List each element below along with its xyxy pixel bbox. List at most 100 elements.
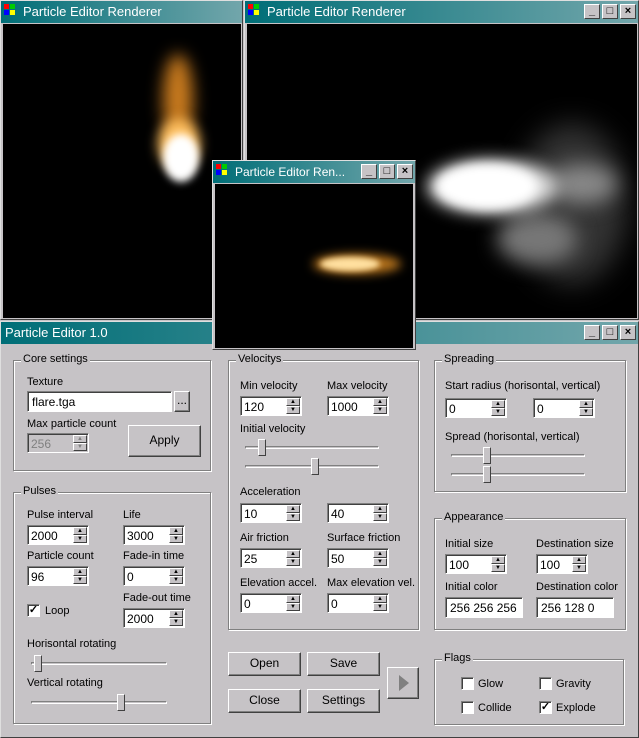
destination-size-stepper[interactable]: 100 ▲ ▼	[536, 554, 588, 574]
initial-velocity-slider-1[interactable]	[245, 438, 379, 458]
renderer-title-bar-2[interactable]: Particle Editor Renderer _ □ ×	[245, 1, 638, 23]
arrow-up-icon[interactable]: ▲	[73, 568, 87, 576]
loop-checkbox[interactable]: ✓	[27, 604, 40, 617]
destination-color-input[interactable]: 256 128 0	[536, 597, 614, 618]
renderer-canvas-1[interactable]	[3, 24, 241, 318]
fade-out-stepper[interactable]: 2000 ▲ ▼	[123, 608, 185, 628]
spin-arrows[interactable]: ▲ ▼	[373, 550, 387, 566]
close-button[interactable]: Close	[228, 689, 301, 713]
initial-size-stepper[interactable]: 100 ▲ ▼	[445, 554, 507, 574]
spin-arrows[interactable]: ▲ ▼	[491, 556, 505, 572]
hrot-slider[interactable]	[31, 654, 167, 674]
spin-arrows[interactable]: ▲ ▼	[286, 550, 300, 566]
minimize-icon[interactable]: _	[584, 4, 600, 19]
minimize-icon[interactable]: _	[361, 164, 377, 179]
collide-checkbox[interactable]	[461, 701, 474, 714]
spin-arrows[interactable]: ▲ ▼	[286, 595, 300, 611]
slider-thumb[interactable]	[311, 458, 319, 475]
arrow-up-icon[interactable]: ▲	[373, 398, 387, 406]
arrow-up-icon[interactable]: ▲	[169, 568, 183, 576]
slider-thumb[interactable]	[483, 447, 491, 464]
renderer-title-bar-3[interactable]: Particle Editor Ren... _ □ ×	[213, 161, 415, 183]
glow-checkbox[interactable]	[461, 677, 474, 690]
arrow-down-icon[interactable]: ▼	[286, 406, 300, 414]
arrow-down-icon[interactable]: ▼	[491, 564, 505, 572]
spin-arrows[interactable]: ▲ ▼	[73, 568, 87, 584]
arrow-up-icon[interactable]: ▲	[491, 400, 505, 408]
explode-checkbox[interactable]: ✓	[539, 701, 552, 714]
vrot-slider[interactable]	[31, 693, 167, 713]
spin-arrows[interactable]: ▲ ▼	[373, 595, 387, 611]
initial-velocity-slider-2[interactable]	[245, 457, 379, 477]
air-friction-stepper[interactable]: 25 ▲ ▼	[240, 548, 302, 568]
open-button[interactable]: Open	[228, 652, 301, 676]
start-radius-v-stepper[interactable]: 0 ▲ ▼	[533, 398, 595, 418]
arrow-up-icon[interactable]: ▲	[286, 505, 300, 513]
arrow-up-icon[interactable]: ▲	[286, 398, 300, 406]
arrow-up-icon[interactable]: ▲	[373, 505, 387, 513]
minimize-icon[interactable]: _	[584, 325, 600, 340]
fade-in-stepper[interactable]: 0 ▲ ▼	[123, 566, 185, 586]
max-elevation-stepper[interactable]: 0 ▲ ▼	[327, 593, 389, 613]
slider-thumb[interactable]	[117, 694, 125, 711]
arrow-down-icon[interactable]: ▼	[373, 558, 387, 566]
spin-arrows[interactable]: ▲ ▼	[169, 527, 183, 543]
arrow-up-icon[interactable]: ▲	[286, 595, 300, 603]
arrow-up-icon[interactable]: ▲	[579, 400, 593, 408]
arrow-down-icon[interactable]: ▼	[572, 564, 586, 572]
spread-slider-1[interactable]	[451, 446, 585, 466]
arrow-down-icon[interactable]: ▼	[73, 443, 87, 451]
initial-color-input[interactable]: 256 256 256	[445, 597, 523, 618]
arrow-up-icon[interactable]: ▲	[373, 550, 387, 558]
close-icon[interactable]: ×	[620, 325, 636, 340]
arrow-up-icon[interactable]: ▲	[572, 556, 586, 564]
arrow-down-icon[interactable]: ▼	[373, 513, 387, 521]
spin-arrows[interactable]: ▲ ▼	[286, 398, 300, 414]
arrow-down-icon[interactable]: ▼	[579, 408, 593, 416]
browse-button[interactable]: ...	[174, 391, 190, 412]
renderer-canvas-3[interactable]	[215, 184, 413, 348]
arrow-down-icon[interactable]: ▼	[373, 603, 387, 611]
arrow-up-icon[interactable]: ▲	[73, 435, 87, 443]
slider-thumb[interactable]	[483, 466, 491, 483]
arrow-up-icon[interactable]: ▲	[286, 550, 300, 558]
spin-arrows[interactable]: ▲ ▼	[373, 398, 387, 414]
elevation-accel-stepper[interactable]: 0 ▲ ▼	[240, 593, 302, 613]
min-velocity-stepper[interactable]: 120 ▲ ▼	[240, 396, 302, 416]
arrow-down-icon[interactable]: ▼	[373, 406, 387, 414]
spin-arrows[interactable]: ▲ ▼	[169, 568, 183, 584]
arrow-down-icon[interactable]: ▼	[73, 576, 87, 584]
apply-button[interactable]: Apply	[128, 425, 201, 457]
arrow-up-icon[interactable]: ▲	[73, 527, 87, 535]
arrow-down-icon[interactable]: ▼	[169, 618, 183, 626]
start-radius-h-stepper[interactable]: 0 ▲ ▼	[445, 398, 507, 418]
slider-thumb[interactable]	[258, 439, 266, 456]
arrow-up-icon[interactable]: ▲	[373, 595, 387, 603]
slider-thumb[interactable]	[34, 655, 42, 672]
arrow-down-icon[interactable]: ▼	[286, 603, 300, 611]
acceleration-stepper-1[interactable]: 10 ▲ ▼	[240, 503, 302, 523]
arrow-down-icon[interactable]: ▼	[169, 576, 183, 584]
save-button[interactable]: Save	[307, 652, 380, 676]
arrow-down-icon[interactable]: ▼	[169, 535, 183, 543]
spin-arrows[interactable]: ▲ ▼	[579, 400, 593, 416]
spin-arrows[interactable]: ▲ ▼	[572, 556, 586, 572]
arrow-down-icon[interactable]: ▼	[286, 513, 300, 521]
max-velocity-stepper[interactable]: 1000 ▲ ▼	[327, 396, 389, 416]
spin-arrows[interactable]: ▲ ▼	[73, 527, 87, 543]
close-icon[interactable]: ×	[620, 4, 636, 19]
pulse-interval-stepper[interactable]: 2000 ▲ ▼	[27, 525, 89, 545]
renderer-title-bar-1[interactable]: Particle Editor Renderer	[1, 1, 242, 23]
arrow-down-icon[interactable]: ▼	[491, 408, 505, 416]
spin-arrows[interactable]: ▲ ▼	[491, 400, 505, 416]
arrow-down-icon[interactable]: ▼	[286, 558, 300, 566]
acceleration-stepper-2[interactable]: 40 ▲ ▼	[327, 503, 389, 523]
particle-count-stepper[interactable]: 96 ▲ ▼	[27, 566, 89, 586]
spin-arrows[interactable]: ▲ ▼	[169, 610, 183, 626]
spin-arrows[interactable]: ▲ ▼	[286, 505, 300, 521]
life-stepper[interactable]: 3000 ▲ ▼	[123, 525, 185, 545]
spin-arrows[interactable]: ▲ ▼	[373, 505, 387, 521]
surface-friction-stepper[interactable]: 50 ▲ ▼	[327, 548, 389, 568]
close-icon[interactable]: ×	[397, 164, 413, 179]
arrow-down-icon[interactable]: ▼	[73, 535, 87, 543]
